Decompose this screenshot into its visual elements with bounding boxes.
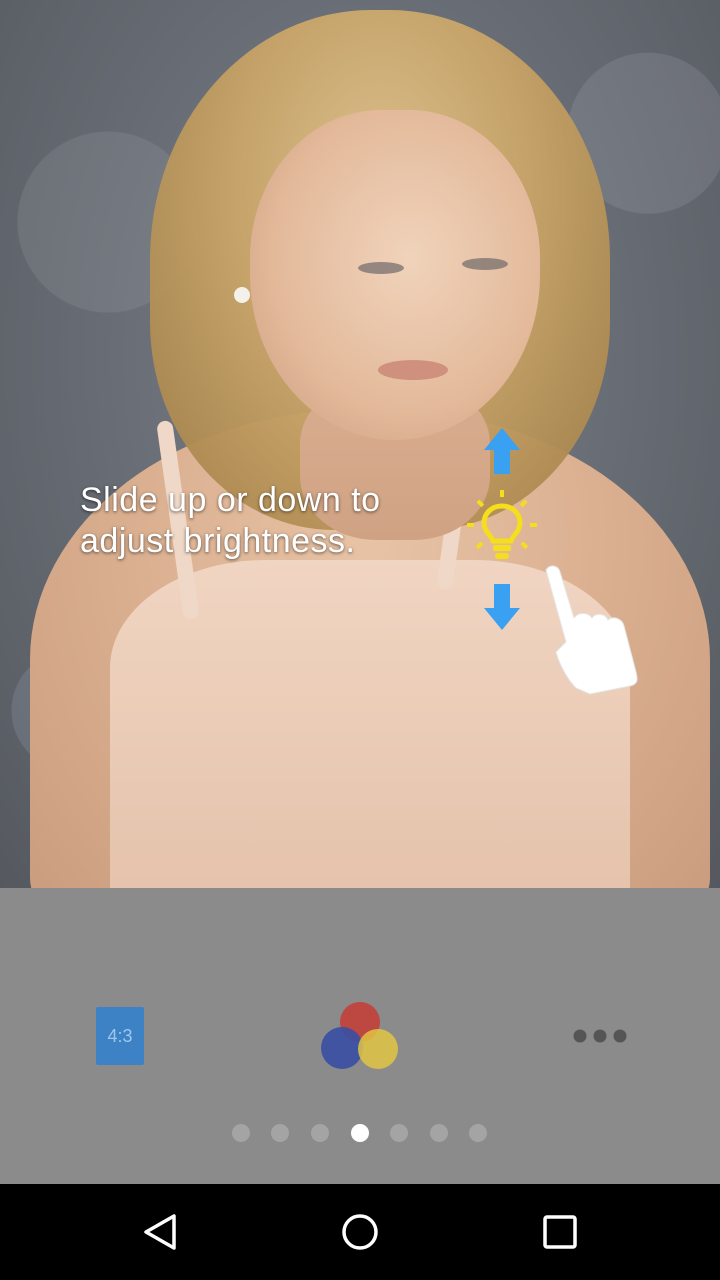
pointing-hand-icon [545,565,638,695]
arrow-up-icon [484,428,520,474]
photo-face [250,110,540,440]
navigation-bar [0,1184,720,1280]
hint-line-2: adjust brightness. [80,522,356,560]
back-triangle-icon[interactable] [140,1212,180,1252]
aspect-ratio-label: 4:3 [107,1025,133,1046]
page-dot [390,1124,408,1142]
page-dot [271,1124,289,1142]
page-dot-active [351,1124,369,1142]
photo-lips [378,360,448,380]
page-dot [430,1124,448,1142]
home-circle-icon[interactable] [340,1212,380,1252]
page-dot [311,1124,329,1142]
background-photo [0,0,720,888]
aspect-ratio-button[interactable]: 4:3 [96,1007,144,1065]
lightbulb-icon [467,490,537,559]
hint-line-1: Slide up or down to [80,481,381,519]
recents-square-icon[interactable] [540,1212,580,1252]
page-dot [469,1124,487,1142]
arrow-down-icon [484,584,520,630]
brightness-hint: Slide up or down to adjust brightness. [80,480,460,562]
photo-eye-right [462,258,508,270]
page-dot [232,1124,250,1142]
page-indicator [0,1120,720,1144]
color-circles-icon[interactable] [318,1000,402,1072]
bottom-panel: 4:3 [0,888,720,1184]
more-dots-icon[interactable] [570,1026,630,1046]
photo-eye-left [358,262,404,274]
photo-earring [234,287,250,303]
